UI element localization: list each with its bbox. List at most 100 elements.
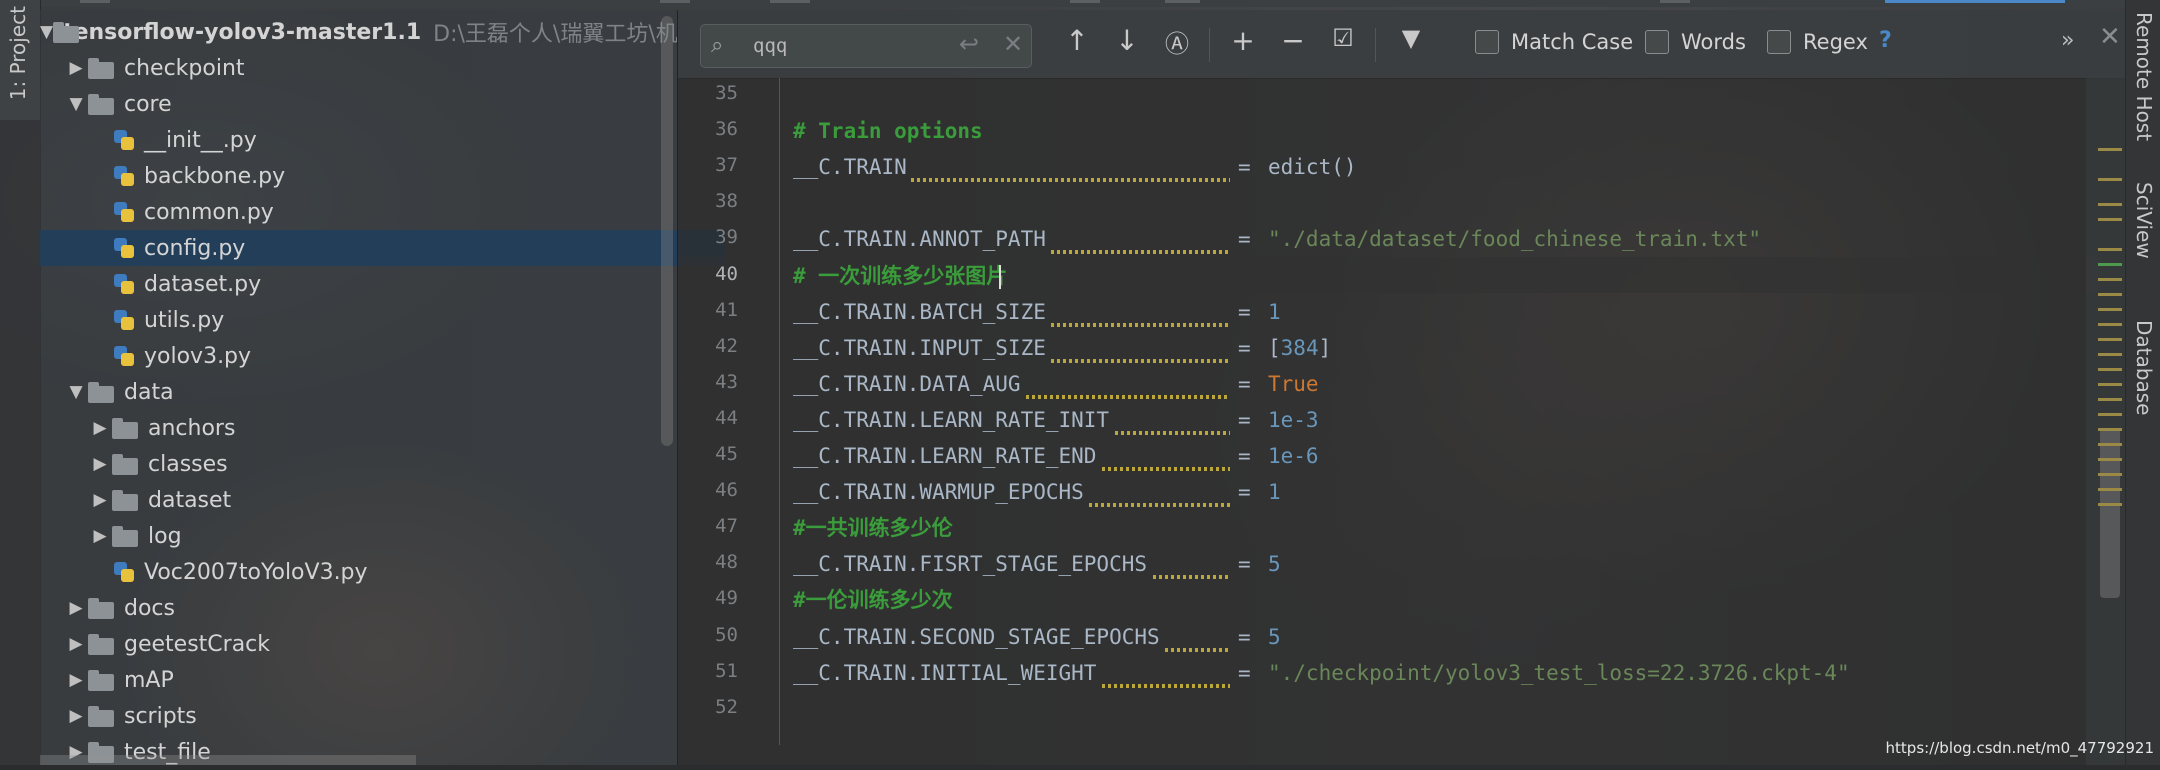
error-stripe-mark[interactable] xyxy=(2098,443,2122,446)
new-line-icon[interactable]: ↩ xyxy=(959,30,979,58)
tool-tab-remote-host[interactable]: Remote Host xyxy=(2132,12,2156,141)
project-tree[interactable]: ▼ tensorflow-yolov3-master1.1 D:\王磊个人\瑞翼… xyxy=(40,10,725,765)
error-stripe-mark[interactable] xyxy=(2098,353,2122,356)
search-box[interactable]: ⌕ ↩ ✕ xyxy=(700,24,1032,68)
error-stripe-mark[interactable] xyxy=(2098,148,2122,151)
tree-folder-item[interactable]: ▶ docs xyxy=(40,590,701,626)
regex-help-link[interactable]: ? xyxy=(1879,28,1892,53)
chevron-down-icon[interactable]: ▼ xyxy=(64,382,88,402)
tree-horizontal-scrollbar[interactable] xyxy=(40,755,416,765)
tool-tab-project[interactable]: 1: Project xyxy=(0,0,40,120)
line-number: 43 xyxy=(715,370,738,393)
tree-file-item[interactable]: __init__.py xyxy=(40,122,725,158)
error-stripe-mark[interactable] xyxy=(2098,203,2122,206)
error-stripe-mark[interactable] xyxy=(2098,308,2122,311)
match-case-box[interactable] xyxy=(1475,30,1499,54)
regex-checkbox[interactable]: Regex xyxy=(1767,30,1868,54)
error-stripe-mark[interactable] xyxy=(2098,278,2122,281)
tree-scrollbar[interactable] xyxy=(661,16,673,446)
alignment-warning-underline xyxy=(1051,322,1230,327)
editor-scrollbar[interactable] xyxy=(2086,78,2126,765)
error-stripe-mark[interactable] xyxy=(2098,263,2122,266)
text-caret xyxy=(998,264,1001,289)
tree-file-item[interactable]: dataset.py xyxy=(40,266,725,302)
next-occurrence-icon[interactable]: ↓ xyxy=(1107,24,1147,57)
words-checkbox[interactable]: Words xyxy=(1645,30,1746,54)
regex-box[interactable] xyxy=(1767,30,1791,54)
folder-icon xyxy=(88,634,114,655)
tree-folder-item[interactable]: ▶ scripts xyxy=(40,698,701,734)
error-stripe-mark[interactable] xyxy=(2098,178,2122,181)
chevron-down-icon[interactable]: ▼ xyxy=(40,22,53,42)
chevron-right-icon[interactable]: ▶ xyxy=(64,670,88,690)
error-stripe-mark[interactable] xyxy=(2098,473,2122,476)
tree-file-item[interactable]: backbone.py xyxy=(40,158,725,194)
search-input[interactable] xyxy=(751,31,945,61)
tree-file-item[interactable]: config.py xyxy=(40,230,725,266)
code-assignment-target: __C.TRAIN.LEARN_RATE_INIT xyxy=(793,407,1110,432)
close-find-bar-icon[interactable]: ✕ xyxy=(2099,22,2121,52)
select-occurrences-icon[interactable]: ☑ xyxy=(1323,24,1363,52)
line-number: 41 xyxy=(715,298,738,321)
python-logo-yellow xyxy=(121,317,134,330)
tree-folder-item[interactable]: ▶ mAP xyxy=(40,662,701,698)
previous-occurrence-icon[interactable]: ↑ xyxy=(1057,24,1097,57)
clear-icon[interactable]: ✕ xyxy=(1003,30,1023,58)
chevron-right-icon[interactable]: ▶ xyxy=(64,634,88,654)
select-all-occurrences-icon[interactable]: Ⓐ xyxy=(1157,24,1197,59)
error-stripe-mark[interactable] xyxy=(2098,248,2122,251)
error-stripe-mark[interactable] xyxy=(2098,323,2122,326)
folder-icon xyxy=(112,490,138,511)
tree-file-item[interactable]: yolov3.py xyxy=(40,338,725,374)
code-editor[interactable]: ⌕ ↩ ✕ ↑ ↓ Ⓐ + − ☑ ▼ Match Case Words Reg… xyxy=(677,10,2126,765)
error-stripe-mark[interactable] xyxy=(2098,338,2122,341)
chevron-right-icon[interactable]: ▶ xyxy=(88,454,112,474)
tree-folder-item[interactable]: ▶ anchors xyxy=(40,410,725,446)
code-assignment-target: __C.TRAIN.ANNOT_PATH xyxy=(793,227,1046,252)
tool-tab-sciview[interactable]: SciView xyxy=(2132,182,2156,259)
filter-icon[interactable]: ▼ xyxy=(1391,24,1431,52)
error-stripe-mark[interactable] xyxy=(2098,383,2122,386)
remove-occurrence-icon[interactable]: − xyxy=(1273,24,1313,57)
error-stripe-mark[interactable] xyxy=(2098,368,2122,371)
tree-file-item[interactable]: common.py xyxy=(40,194,725,230)
tree-folder-item[interactable]: ▶ geetestCrack xyxy=(40,626,701,662)
error-stripe-mark[interactable] xyxy=(2098,458,2122,461)
tree-folder-item[interactable]: ▼ core xyxy=(40,86,701,122)
folder-icon xyxy=(112,526,138,547)
error-stripe-mark[interactable] xyxy=(2098,413,2122,416)
chevron-right-icon[interactable]: ▶ xyxy=(88,490,112,510)
more-options-icon[interactable]: » xyxy=(2061,28,2074,53)
chevron-right-icon[interactable]: ▶ xyxy=(64,58,88,78)
error-stripe-mark[interactable] xyxy=(2098,488,2122,491)
chevron-right-icon[interactable]: ▶ xyxy=(88,418,112,438)
words-box[interactable] xyxy=(1645,30,1669,54)
tree-folder-item[interactable]: ▶ log xyxy=(40,518,725,554)
tree-item-label: backbone.py xyxy=(144,163,286,189)
tree-file-item[interactable]: utils.py xyxy=(40,302,725,338)
tree-folder-item[interactable]: ▶ dataset xyxy=(40,482,725,518)
tree-file-item[interactable]: Voc2007toYoloV3.py xyxy=(40,554,725,590)
tree-root[interactable]: ▼ tensorflow-yolov3-master1.1 D:\王磊个人\瑞翼… xyxy=(40,14,678,50)
chevron-down-icon[interactable]: ▼ xyxy=(64,94,88,114)
error-stripe-mark[interactable] xyxy=(2098,398,2122,401)
add-occurrence-icon[interactable]: + xyxy=(1223,24,1263,57)
search-icon[interactable]: ⌕ xyxy=(711,33,723,58)
tree-folder-item[interactable]: ▶ classes xyxy=(40,446,725,482)
error-stripe-mark[interactable] xyxy=(2098,428,2122,431)
match-case-checkbox[interactable]: Match Case xyxy=(1475,30,1633,54)
chevron-right-icon[interactable]: ▶ xyxy=(88,526,112,546)
tree-folder-item[interactable]: ▼ data xyxy=(40,374,701,410)
python-logo-yellow xyxy=(121,137,134,150)
code-value: True xyxy=(1268,371,1319,396)
tool-tab-database[interactable]: Database xyxy=(2132,320,2156,415)
chevron-right-icon[interactable]: ▶ xyxy=(64,598,88,618)
error-stripe-mark[interactable] xyxy=(2098,218,2122,221)
error-stripe-mark[interactable] xyxy=(2098,503,2122,506)
chevron-right-icon[interactable]: ▶ xyxy=(64,706,88,726)
editor-scrollbar-thumb[interactable] xyxy=(2100,428,2120,598)
error-stripe-mark[interactable] xyxy=(2098,293,2122,296)
code-comment: #一伦训练多少次 xyxy=(793,588,953,613)
line-number: 36 xyxy=(715,118,738,141)
tree-folder-item[interactable]: ▶ checkpoint xyxy=(40,50,701,86)
